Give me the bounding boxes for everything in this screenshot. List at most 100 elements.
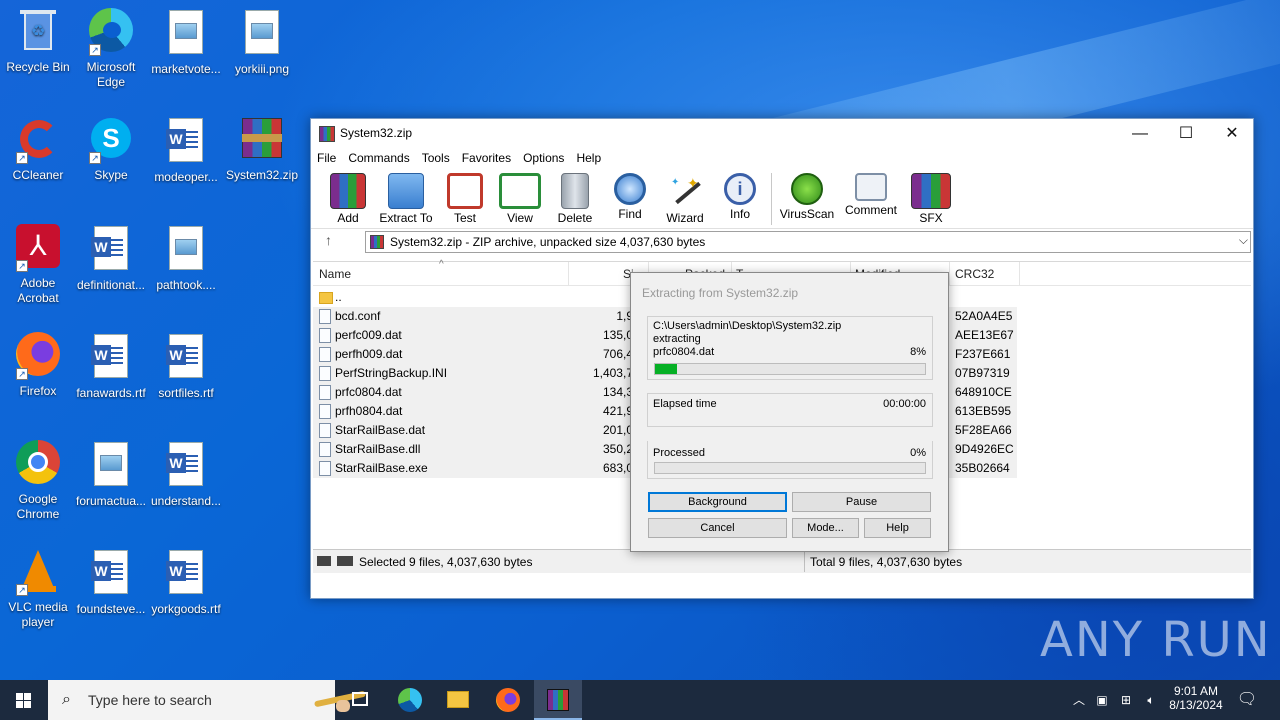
cancel-button[interactable]: Cancel bbox=[648, 518, 787, 538]
desktop-icon-rtf[interactable]: W understand... bbox=[148, 440, 224, 509]
desktop-icon-rtf[interactable]: W foundsteve... bbox=[73, 548, 149, 617]
desktop-icon-rtf[interactable]: W yorkgoods.rtf bbox=[148, 548, 224, 617]
file-size: 1,403,7 bbox=[592, 366, 633, 380]
start-button[interactable] bbox=[0, 680, 48, 720]
info-icon: i bbox=[724, 173, 756, 205]
volume-icon[interactable]: 🔈︎ bbox=[1140, 680, 1162, 720]
desktop-icon-system32-zip[interactable]: System32.zip bbox=[224, 116, 300, 183]
desktop-icon-rtf[interactable]: W definitionat... bbox=[73, 224, 149, 293]
file-crc32: 5F28EA66 bbox=[955, 423, 1012, 437]
word-document-icon: W bbox=[87, 550, 135, 598]
menu-commands[interactable]: Commands bbox=[342, 149, 415, 167]
desktop-icon-adobe-acrobat[interactable]: ⅄ ↗ Adobe Acrobat bbox=[0, 224, 76, 306]
current-file-group: C:\Users\admin\Desktop\System32.zip extr… bbox=[647, 316, 933, 380]
title-bar[interactable]: System32.zip — ☐ ✕ bbox=[311, 119, 1253, 149]
clock[interactable]: 9:01 AM 8/13/2024 bbox=[1164, 680, 1228, 720]
close-button[interactable]: ✕ bbox=[1209, 119, 1255, 149]
status-total: Total 9 files, 4,037,630 bytes bbox=[810, 555, 963, 569]
desktop-icon-ccleaner[interactable]: ↗ CCleaner bbox=[0, 116, 76, 183]
desktop-icon-rtf[interactable]: W sortfiles.rtf bbox=[148, 332, 224, 401]
file-size: 201,0 bbox=[602, 423, 633, 437]
background-button[interactable]: Background bbox=[648, 492, 787, 512]
desktop-icon-label: sortfiles.rtf bbox=[158, 386, 214, 400]
taskbar-firefox[interactable] bbox=[484, 680, 532, 720]
archive-path-field[interactable]: System32.zip - ZIP archive, unpacked siz… bbox=[365, 231, 1251, 253]
toolbar-label: VirusScan bbox=[779, 207, 835, 221]
network-device-icon[interactable]: ▣ bbox=[1092, 680, 1112, 720]
desktop-icon-rtf[interactable]: W fanawards.rtf bbox=[73, 332, 149, 401]
taskbar-edge[interactable] bbox=[386, 680, 434, 720]
desktop-icon-label: Firefox bbox=[19, 384, 57, 398]
task-view-button[interactable] bbox=[336, 680, 384, 720]
word-document-icon: W bbox=[162, 334, 210, 382]
network-icon[interactable]: ⊞ bbox=[1114, 680, 1138, 720]
add-archive-icon bbox=[330, 173, 366, 209]
menu-options[interactable]: Options bbox=[517, 149, 570, 167]
parent-folder-icon bbox=[319, 292, 333, 304]
desktop-icon-image[interactable]: forumactua... bbox=[73, 440, 149, 509]
file-name: prfc0804.dat bbox=[335, 385, 402, 399]
show-hidden-icons-button[interactable]: ︿ bbox=[1068, 680, 1090, 720]
toolbar-label: Info bbox=[729, 207, 750, 221]
desktop-icon-skype[interactable]: S ↗ Skype bbox=[73, 116, 149, 183]
file-size: 1,9 bbox=[616, 309, 633, 323]
menu-tools[interactable]: Tools bbox=[416, 149, 456, 167]
pause-button[interactable]: Pause bbox=[792, 492, 931, 512]
desktop-icon-recycle-bin[interactable]: ♻ Recycle Bin bbox=[0, 8, 76, 75]
desktop-icon-image[interactable]: marketvote... bbox=[148, 8, 224, 77]
toolbar-extract-to-button[interactable]: Extract To bbox=[374, 173, 438, 225]
zip-archive-icon bbox=[370, 235, 384, 249]
file-file-icon bbox=[319, 423, 331, 438]
elapsed-value: 00:00:00 bbox=[883, 398, 926, 410]
desktop-icon-label: pathtook.... bbox=[156, 278, 216, 292]
desktop-icon-image[interactable]: yorkiii.png bbox=[224, 8, 300, 77]
toolbar-info-button[interactable]: i Info bbox=[708, 173, 772, 221]
word-document-icon: W bbox=[87, 334, 135, 382]
file-name: PerfStringBackup.INI bbox=[335, 366, 448, 380]
processed-percent: 0% bbox=[910, 447, 926, 459]
shortcut-arrow-icon: ↗ bbox=[16, 260, 28, 272]
minimize-button[interactable]: — bbox=[1117, 119, 1163, 149]
toolbar-comment-button[interactable]: Comment bbox=[839, 173, 903, 217]
desktop-icon-label: VLC media player bbox=[8, 600, 68, 629]
menu-favorites[interactable]: Favorites bbox=[456, 149, 517, 167]
desktop-icon-label: modeoper... bbox=[154, 170, 218, 184]
winrar-archive-icon bbox=[238, 116, 286, 164]
shortcut-arrow-icon: ↗ bbox=[16, 368, 28, 380]
file-crc32: 9D4926EC bbox=[955, 442, 1014, 456]
trash-icon bbox=[561, 173, 589, 209]
toolbar-label: Extract To bbox=[379, 211, 433, 225]
file-crc32: F237E661 bbox=[955, 347, 1011, 361]
desktop-icon-google-chrome[interactable]: Google Chrome bbox=[0, 440, 76, 522]
up-arrow-icon[interactable]: ↑ bbox=[325, 232, 332, 248]
menu-file[interactable]: File bbox=[311, 149, 342, 167]
ccleaner-icon: ↗ bbox=[14, 116, 62, 164]
toolbar-virusscan-button[interactable]: VirusScan bbox=[775, 173, 839, 221]
taskbar-winrar[interactable] bbox=[534, 680, 582, 720]
edge-icon bbox=[398, 688, 422, 712]
taskbar-file-explorer[interactable] bbox=[434, 680, 482, 720]
taskbar-search-box[interactable]: ⌕ Type here to search bbox=[48, 680, 367, 720]
desktop-icon-rtf[interactable]: W modeoper... bbox=[148, 116, 224, 185]
address-bar: ↑ System32.zip - ZIP archive, unpacked s… bbox=[311, 229, 1253, 255]
toolbar-sfx-button[interactable]: SFX bbox=[899, 173, 963, 225]
column-crc32[interactable]: CRC32 bbox=[955, 267, 994, 281]
toolbar-add-button[interactable]: Add bbox=[316, 173, 380, 225]
desktop-icon-microsoft-edge[interactable]: ↗ Microsoft Edge bbox=[73, 8, 149, 90]
mode-button[interactable]: Mode... bbox=[792, 518, 859, 538]
maximize-button[interactable]: ☐ bbox=[1163, 119, 1209, 149]
help-button[interactable]: Help bbox=[864, 518, 931, 538]
dialog-title[interactable]: Extracting from System32.zip bbox=[642, 286, 798, 300]
desktop-icon-image[interactable]: pathtook.... bbox=[148, 224, 224, 293]
extraction-dialog: Extracting from System32.zip C:\Users\ad… bbox=[630, 272, 949, 552]
column-name[interactable]: Name bbox=[319, 267, 351, 281]
chevron-down-icon[interactable]: ⌵ bbox=[1239, 233, 1248, 248]
notification-icon[interactable]: 🗨︎ bbox=[1232, 680, 1262, 720]
action-text: extracting bbox=[653, 333, 701, 345]
status-bar: Selected 9 files, 4,037,630 bytes Total … bbox=[313, 549, 1251, 573]
firefox-icon: ↗ bbox=[14, 332, 62, 380]
file-progress-bar bbox=[654, 363, 926, 375]
desktop-icon-firefox[interactable]: ↗ Firefox bbox=[0, 332, 76, 399]
desktop-icon-vlc[interactable]: ↗ VLC media player bbox=[0, 548, 76, 630]
menu-help[interactable]: Help bbox=[570, 149, 607, 167]
